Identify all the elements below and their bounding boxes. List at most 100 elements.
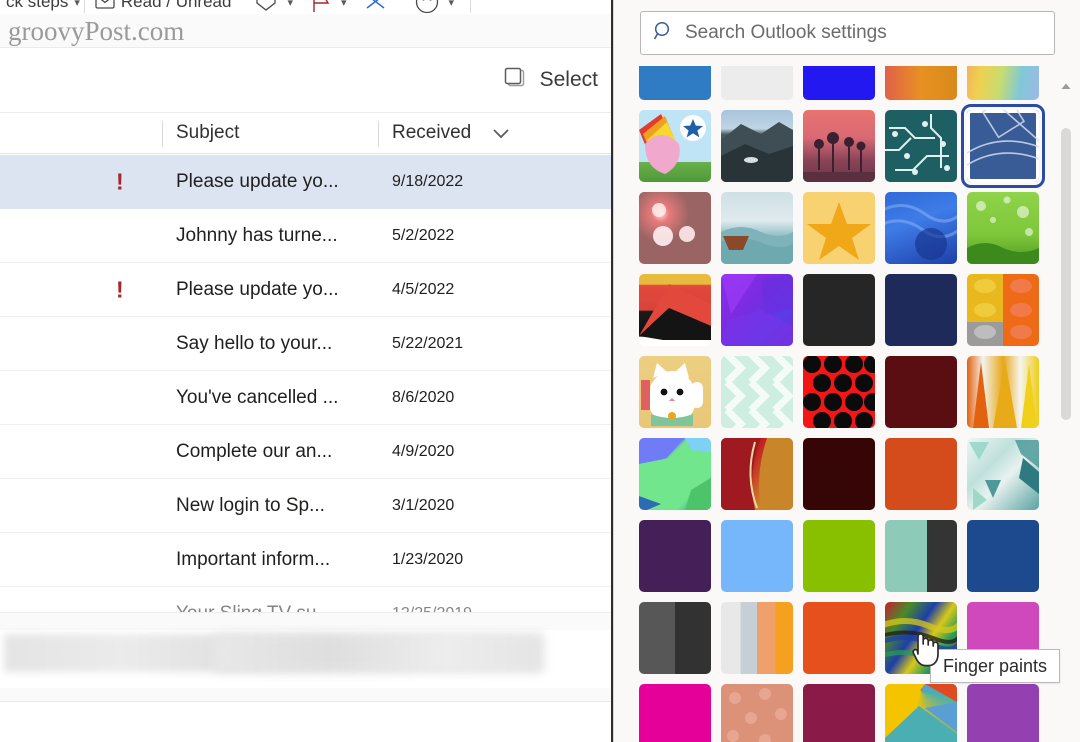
scrollbar-up-arrow-icon[interactable] xyxy=(1060,78,1072,89)
theme-tile-charcoal[interactable] xyxy=(803,274,875,346)
mail-row[interactable]: ! Please update yo... 4/5/2022 xyxy=(0,263,612,317)
theme-tile-green-blue-blocks[interactable] xyxy=(639,438,711,510)
settings-search-row: Search Outlook settings xyxy=(614,0,1080,66)
theme-tile-medium-purple[interactable] xyxy=(967,684,1039,742)
theme-tile-red-black-fold[interactable] xyxy=(639,274,711,346)
tag-icon[interactable] xyxy=(255,0,277,12)
smiley-chevron-down-icon[interactable]: ▾ xyxy=(449,0,455,9)
theme-tile-unicorn[interactable] xyxy=(639,110,711,182)
circuit-shape xyxy=(885,114,950,175)
column-divider-1 xyxy=(162,121,163,147)
envelope-icon xyxy=(95,0,115,9)
theme-tile-mint-chevron[interactable] xyxy=(721,356,793,428)
mail-row[interactable]: New login to Sp... 3/1/2020 xyxy=(0,479,612,533)
theme-tile-wine[interactable] xyxy=(803,684,875,742)
mail-row[interactable]: Important inform... 1/23/2020 xyxy=(0,533,612,587)
lego-shape xyxy=(967,279,1032,346)
palm-shape xyxy=(803,132,875,182)
scrollbar-thumb[interactable] xyxy=(1061,128,1071,420)
read-unread-label: Read / Unread xyxy=(120,0,232,11)
unicorn-shape xyxy=(639,114,706,174)
theme-tile-gray-split[interactable] xyxy=(639,602,711,674)
mail-received-date: 4/5/2022 xyxy=(392,280,455,298)
theme-tile-traffic-cones[interactable] xyxy=(967,356,1039,428)
mail-row[interactable]: Complete our an... 4/9/2020 xyxy=(0,425,612,479)
mail-row[interactable]: You've cancelled ... 8/6/2020 xyxy=(0,371,612,425)
blue-x-icon[interactable] xyxy=(365,0,387,12)
stripe-pattern xyxy=(721,602,793,674)
theme-tile-bright-blue-bar[interactable] xyxy=(803,66,875,100)
theme-gallery-scroll-region[interactable] xyxy=(614,66,1080,742)
theme-tile-green-bokeh[interactable] xyxy=(967,192,1039,264)
mail-column-header: Subject Received xyxy=(0,112,612,154)
theme-tile-mountain-road[interactable] xyxy=(721,110,793,182)
tag-chevron-down-icon[interactable]: ▾ xyxy=(287,0,293,9)
theme-tile-circuit-board[interactable] xyxy=(885,110,957,182)
theme-tile-burnt-orange[interactable] xyxy=(885,438,957,510)
mail-received-date: 9/18/2022 xyxy=(392,172,464,190)
facet-shape xyxy=(969,440,1039,510)
theme-tile-lucky-cat[interactable] xyxy=(639,356,711,428)
sort-chevron-down-icon[interactable] xyxy=(492,127,510,145)
theme-tile-gray-orange-stripes[interactable] xyxy=(721,602,793,674)
theme-tile-orange-red[interactable] xyxy=(803,602,875,674)
theme-tile-deep-brown[interactable] xyxy=(803,438,875,510)
flag-chevron-down-icon[interactable]: ▾ xyxy=(341,0,347,9)
theme-tile-blue-waves[interactable] xyxy=(885,192,957,264)
mail-subject: Please update yo... xyxy=(176,170,339,192)
flag-icon[interactable] xyxy=(311,0,331,13)
mail-received-date: 3/1/2020 xyxy=(392,496,455,514)
mail-received-date: 4/9/2020 xyxy=(392,442,455,460)
theme-tile-dark-purple[interactable] xyxy=(639,520,711,592)
star-shape xyxy=(807,202,871,260)
theme-tile-purple-abstract[interactable] xyxy=(721,274,793,346)
theme-tile-light-gray-bar[interactable] xyxy=(721,66,793,100)
theme-tile-sky-blue[interactable] xyxy=(721,520,793,592)
theme-tile-dark-maroon[interactable] xyxy=(885,356,957,428)
theme-tile-red-gold-paint[interactable] xyxy=(721,438,793,510)
blurred-reading-pane-region-2 xyxy=(214,634,544,672)
settings-scrollbar[interactable] xyxy=(1060,70,1072,730)
column-header-received[interactable]: Received xyxy=(392,122,471,144)
theme-tile-hot-magenta[interactable] xyxy=(639,684,711,742)
quick-steps-chevron-down-icon[interactable]: ▾ xyxy=(74,0,80,9)
high-importance-icon: ! xyxy=(116,276,124,302)
column-header-subject[interactable]: Subject xyxy=(176,122,239,144)
theme-tile-gold-star[interactable] xyxy=(803,192,875,264)
theme-tile-orange-gradient-bar[interactable] xyxy=(885,66,957,100)
theme-tile-red-dots[interactable] xyxy=(803,356,875,428)
search-input[interactable]: Search Outlook settings xyxy=(640,11,1055,55)
mail-subject: Complete our an... xyxy=(176,440,333,462)
theme-tile-blue-dotted-bar[interactable] xyxy=(639,66,711,100)
theme-tile-color-fan[interactable] xyxy=(885,684,957,742)
theme-tile-mint-charcoal[interactable] xyxy=(885,520,957,592)
bokeh-shape xyxy=(967,196,1039,264)
paint-shape xyxy=(721,438,793,510)
select-checkbox-icon xyxy=(502,65,528,96)
mail-row[interactable]: Johnny has turne... 5/2/2022 xyxy=(0,209,612,263)
theme-tile-teal-facets[interactable] xyxy=(967,438,1039,510)
theme-tile-blueprint[interactable] xyxy=(961,104,1045,188)
mail-row[interactable]: Say hello to your... 5/22/2021 xyxy=(0,317,612,371)
search-placeholder: Search Outlook settings xyxy=(685,22,887,43)
mail-subject: Say hello to your... xyxy=(176,332,333,354)
theme-tile-navy[interactable] xyxy=(885,274,957,346)
mail-row[interactable]: ! Please update yo... 9/18/2022 xyxy=(0,155,612,209)
cones-shape xyxy=(973,360,1037,428)
theme-tile-steel-blue[interactable] xyxy=(967,520,1039,592)
theme-tile-lego-bricks[interactable] xyxy=(967,274,1039,346)
select-button[interactable]: Select xyxy=(496,61,604,100)
polka-dot-pattern xyxy=(727,688,787,742)
theme-tile-salmon-dots[interactable] xyxy=(721,684,793,742)
mail-list[interactable]: ! Please update yo... 9/18/2022 Johnny has … xyxy=(0,155,612,625)
theme-tile-boat-water[interactable] xyxy=(721,192,793,264)
theme-tile-rainbow-stripe-bar[interactable] xyxy=(967,66,1039,100)
theme-tile-palm-sunset[interactable] xyxy=(803,110,875,182)
glow-shape xyxy=(652,203,695,246)
mail-subject: Important inform... xyxy=(176,548,331,570)
theme-tile-lime-green[interactable] xyxy=(803,520,875,592)
high-importance-icon: ! xyxy=(116,168,124,194)
smiley-icon[interactable] xyxy=(415,0,439,14)
tooltip-label: Finger paints xyxy=(943,655,1048,676)
theme-tile-red-glow[interactable] xyxy=(639,192,711,264)
